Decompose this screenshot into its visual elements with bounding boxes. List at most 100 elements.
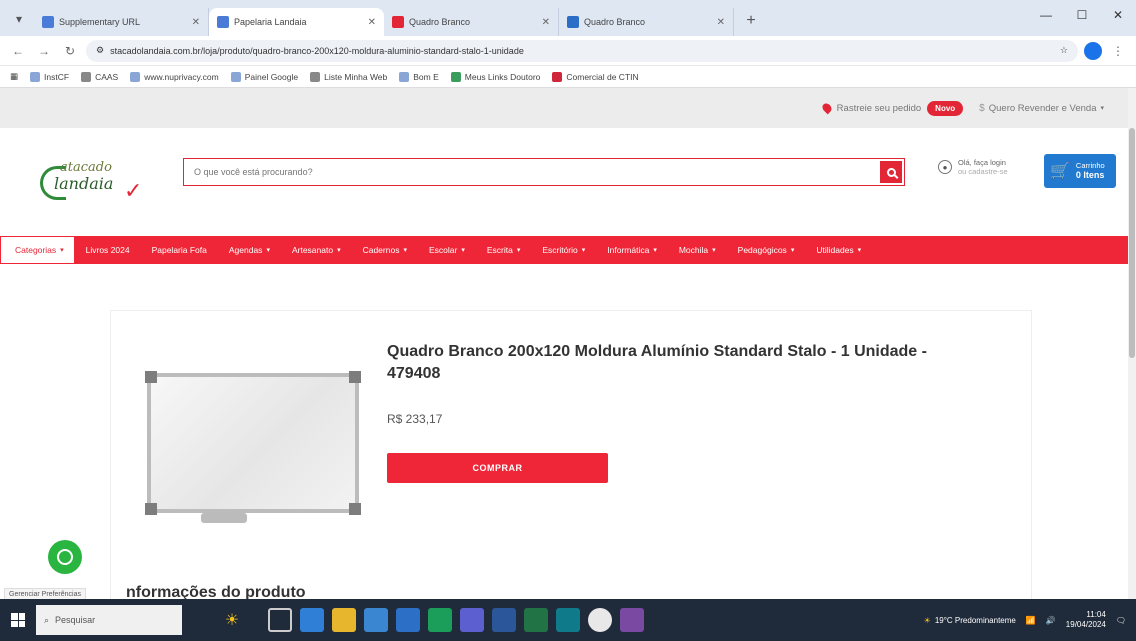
app-icon[interactable] [620,608,644,632]
bookmark-item[interactable]: Meus Links Doutoro [450,71,540,82]
buy-button[interactable]: COMPRAR [387,453,608,483]
close-window-icon[interactable]: ✕ [1100,0,1136,30]
word-icon[interactable] [492,608,516,632]
site-logo[interactable]: atacado landaia ✓ [40,160,160,206]
login-link[interactable]: ● Olá, faça login ou cadastre-se [938,158,1008,176]
nav-item[interactable]: Artesanato ▾ [281,245,352,255]
window-controls: — ☐ ✕ [1028,0,1136,30]
nav-item[interactable]: Escritório ▾ [531,245,596,255]
top-utility-strip: Rastreie seu pedido Novo $ Quero Revende… [0,88,1128,128]
mail-icon[interactable] [396,608,420,632]
product-info-heading: nformações do produto [126,584,306,599]
chevron-down-icon: ▾ [790,247,795,254]
volume-icon[interactable]: 🔊 [1046,616,1056,625]
bookmark-star-icon[interactable]: ☆ [1060,45,1068,56]
browser-tab-active[interactable]: Papelaria Landaia ✕ [209,8,384,36]
clock[interactable]: 11:04 19/04/2024 [1066,610,1106,629]
new-tab-icon[interactable]: + [738,8,764,34]
search-icon [886,167,896,177]
page-scrollbar[interactable] [1128,88,1136,599]
tab-label: Quadro Branco [409,17,471,27]
profile-icon[interactable] [1084,41,1102,60]
chevron-down-icon: ▾ [653,247,657,254]
edge-icon[interactable] [300,608,324,632]
apps-icon[interactable]: ▦ [10,71,18,82]
product-card: Quadro Branco 200x120 Moldura Alumínio S… [110,310,1032,599]
cookie-preferences-tag[interactable]: Gerenciar Preferências [4,588,86,599]
site-info-icon[interactable]: ⚙ [96,45,104,56]
app-icon[interactable] [460,608,484,632]
nav-item[interactable]: Mochila ▾ [668,245,727,255]
browser-tab[interactable]: Quadro Branco ✕ [559,8,734,36]
start-button[interactable] [0,599,36,641]
weather-status[interactable]: ☀ 19°C Predominanteme [924,616,1016,625]
nav-item[interactable]: Cadernos ▾ [352,245,418,255]
bookmark-item[interactable]: www.nuprivacy.com [130,71,219,82]
weather-widget-icon[interactable]: ☀ [212,605,252,635]
chevron-down-icon: ▾ [60,247,64,254]
network-icon[interactable]: 📶 [1026,616,1036,625]
browser-menu-icon[interactable]: ⋮ [1108,41,1128,61]
app-icon[interactable] [556,608,580,632]
back-icon[interactable]: ← [8,41,28,61]
nav-categories[interactable]: Categorias ▾ [0,236,75,264]
nav-item[interactable]: Informática ▾ [596,245,668,255]
dollar-icon: $ [979,102,985,114]
nav-item[interactable]: Utilidades ▾ [805,245,872,255]
new-badge: Novo [927,100,964,116]
file-explorer-icon[interactable] [332,608,356,632]
bookmark-item[interactable]: Bom E [399,71,439,82]
taskbar-search[interactable]: ⌕ Pesquisar [36,605,182,635]
maximize-icon[interactable]: ☐ [1064,0,1100,30]
windows-logo-icon [11,613,25,627]
tab-favicon [217,16,229,28]
task-view-icon[interactable] [268,608,292,632]
search-input[interactable] [184,159,878,185]
app-icon[interactable] [428,608,452,632]
product-price: R$ 233,17 [387,412,443,426]
tab-favicon [567,16,579,28]
url-field[interactable]: ⚙ stacadolandaia.com.br/loja/produto/qua… [86,39,1078,62]
scrollbar-thumb[interactable] [1129,128,1135,358]
search-button[interactable] [880,161,902,183]
chrome-icon[interactable] [588,608,612,632]
minimize-icon[interactable]: — [1028,0,1064,30]
taskbar-apps [268,608,644,632]
nav-item[interactable]: Papelaria Fofa [141,245,218,255]
nav-item[interactable]: Agendas ▾ [218,245,281,255]
bookmark-item[interactable]: Comercial de CTIN [552,71,639,82]
bookmark-item[interactable]: InstCF [30,71,69,82]
excel-icon[interactable] [524,608,548,632]
chevron-down-icon: ▾ [461,247,465,254]
store-icon[interactable] [364,608,388,632]
tab-close-icon[interactable]: ✕ [368,17,376,28]
chevron-down-icon: ▾ [581,247,586,254]
wholesale-link[interactable]: $ Quero Revender e Venda ▾ [979,103,1104,114]
product-image[interactable] [145,371,361,523]
nav-item[interactable]: Livros 2024 [75,245,141,255]
browser-tab[interactable]: Quadro Branco ✕ [384,8,559,36]
tab-label: Quadro Branco [584,17,646,27]
bookmark-item[interactable]: CAAS [81,71,118,82]
url-text: stacadolandaia.com.br/loja/produto/quadr… [110,45,524,56]
nav-item[interactable]: Escolar ▾ [418,245,476,255]
whatsapp-icon[interactable] [48,540,82,574]
tab-search-icon[interactable]: ▾ [8,8,30,30]
tab-close-icon[interactable]: ✕ [542,17,550,28]
reload-icon[interactable]: ↻ [60,41,80,61]
track-order-link[interactable]: Rastreie seu pedido Novo [820,100,964,116]
notifications-icon[interactable]: 🗨 [1116,616,1126,625]
nav-item[interactable]: Pedagógicos ▾ [727,245,806,255]
bookmark-item[interactable]: Painel Google [230,71,298,82]
tab-close-icon[interactable]: ✕ [717,17,725,28]
system-tray: ☀ 19°C Predominanteme 📶 🔊 11:04 19/04/202… [924,610,1136,629]
forward-icon[interactable]: → [34,41,54,61]
cart-button[interactable]: 🛒 Carrinho 0 Itens [1044,154,1116,188]
browser-tab-strip: ▾ Supplementary URL ✕ Papelaria Landaia … [0,0,1136,36]
browser-tab[interactable]: Supplementary URL ✕ [34,8,209,36]
nav-item[interactable]: Escrita ▾ [476,245,532,255]
tab-close-icon[interactable]: ✕ [192,17,200,28]
cart-icon: 🛒 [1050,163,1070,180]
bookmark-item[interactable]: Liste Minha Web [310,71,387,82]
product-title: Quadro Branco 200x120 Moldura Alumínio S… [387,343,927,383]
